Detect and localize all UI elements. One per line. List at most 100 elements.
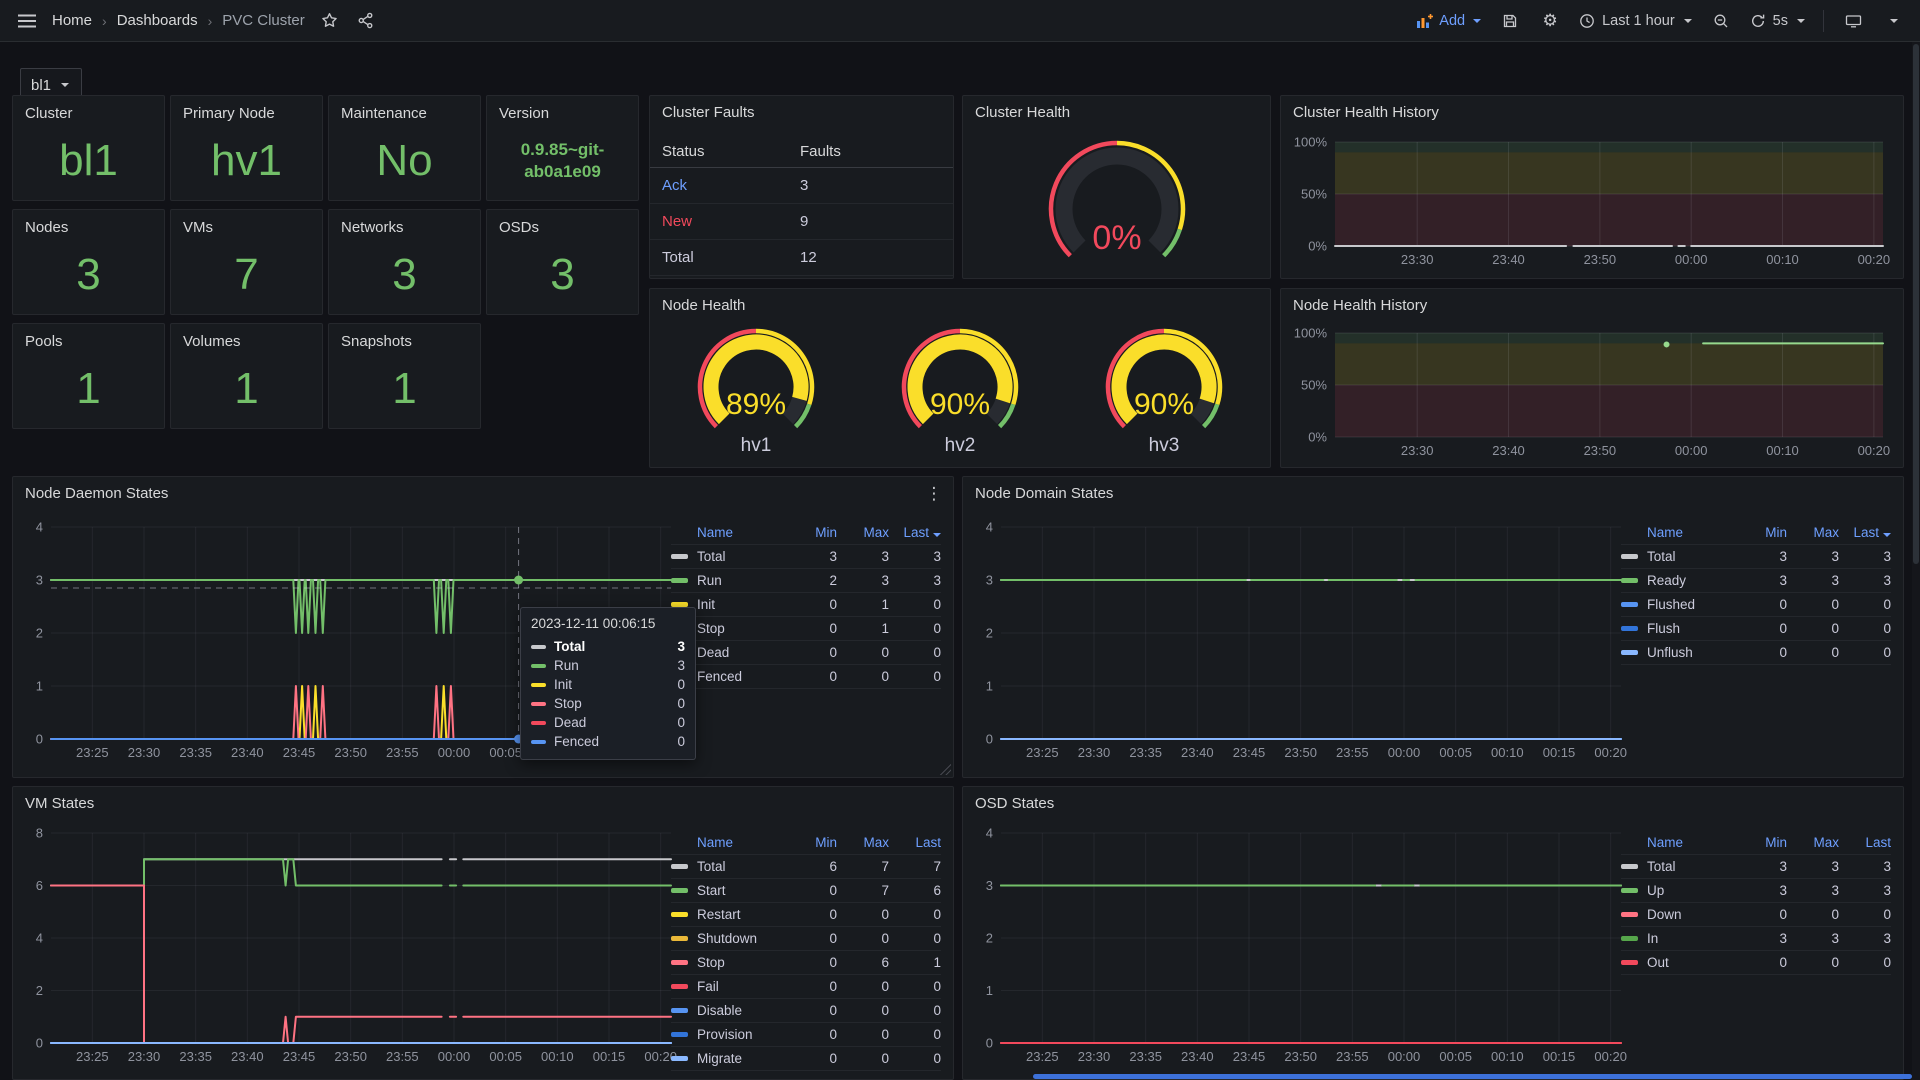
legend-row-disable[interactable]: Disable000 [671,999,941,1023]
panel-title: Cluster Health [963,96,1270,130]
breadcrumb-dashboards[interactable]: Dashboards [117,12,198,29]
legend-series-name: Down [1647,907,1735,922]
cluster-faults-table: Status Faults Ack3New9Total12 [650,136,953,276]
top-nav: Home › Dashboards › PVC Cluster Add ⚙ La… [0,0,1920,42]
series-line-stop [51,886,442,1044]
legend-header[interactable]: NameMinMaxLast [1621,831,1891,855]
legend-value: 3 [889,549,941,564]
series-color-chip [1621,554,1638,559]
legend-value: 0 [785,1003,837,1018]
tv-mode-button[interactable] [1842,10,1864,32]
refresh-controls[interactable]: 5s [1750,13,1805,29]
legend-header[interactable]: NameMinMaxLast [1621,521,1891,545]
x-axis-tick-label: 23:55 [386,745,419,760]
stat-value: 3 [392,250,416,300]
time-range-picker[interactable]: Last 1 hour [1579,13,1692,29]
legend-row-stop[interactable]: Stop061 [671,951,941,975]
x-axis-tick-label: 23:45 [1233,745,1266,760]
panel-cluster-health-history: Cluster Health History 0%50%100%23:3023:… [1280,95,1904,279]
panel-title: Primary Node [171,96,322,122]
breadcrumb-home[interactable]: Home [52,12,92,29]
vertical-scrollbar[interactable] [1912,42,1920,1080]
legend-value: 3 [889,573,941,588]
legend-row-in[interactable]: In333 [1621,927,1891,951]
legend-series-name: Stop [697,621,785,636]
legend-row-total[interactable]: Total333 [1621,855,1891,879]
legend-value: 0 [837,907,889,922]
faults-table-header[interactable]: Status Faults [650,136,953,168]
y-axis-tick-label: 0 [986,1036,993,1051]
x-axis-tick-label: 23:30 [1078,745,1111,760]
cluster-health-gauge: 0% [1007,132,1227,282]
column-header-status[interactable]: Status [662,143,800,160]
legend-row-restart[interactable]: Restart000 [671,903,941,927]
legend-row-stop[interactable]: Stop010 [671,617,941,641]
node-health-gauge: 90% [1079,323,1249,435]
stat-value: 3 [76,250,100,300]
legend-row-out[interactable]: Out000 [1621,951,1891,975]
legend-row-fenced[interactable]: Fenced000 [671,665,941,689]
x-axis-tick-label: 23:45 [1233,1049,1266,1064]
share-button[interactable] [355,10,377,32]
legend-row-unflush[interactable]: Unflush000 [1621,641,1891,665]
faults-row-total[interactable]: Total12 [650,240,953,276]
gauge-hv3: 90% hv3 [1079,323,1249,457]
breadcrumb-separator: › [102,13,107,29]
faults-row-new[interactable]: New9 [650,204,953,240]
column-header-faults[interactable]: Faults [800,143,941,160]
tooltip-series-name: Fenced [554,734,677,749]
faults-row-ack[interactable]: Ack3 [650,168,953,204]
node-daemon-states-legend: NameMinMaxLastTotal333Run233Init010Stop0… [671,521,941,689]
legend-value: 1 [837,597,889,612]
legend-header[interactable]: NameMinMaxLast [671,521,941,545]
panel-menu-button[interactable]: ⋮ [923,483,945,505]
osd-states-chart[interactable]: 0123423:2523:3023:3523:4023:4523:5023:55… [973,823,1629,1073]
node-health-history-chart[interactable]: 0%50%100%23:3023:4023:5000:0000:1000:20 [1289,321,1897,463]
legend-value: 0 [889,1027,941,1042]
y-axis-tick-label: 1 [986,983,993,998]
series-color-chip [671,960,688,965]
fault-count: 3 [800,177,941,194]
legend-row-down[interactable]: Down000 [1621,903,1891,927]
panel-resize-handle[interactable] [939,763,951,775]
legend-row-fail[interactable]: Fail000 [671,975,941,999]
dashboard-settings-button[interactable]: ⚙ [1539,10,1561,32]
node-domain-states-chart[interactable]: 0123423:2523:3023:3523:4023:4523:5023:55… [973,517,1629,769]
nav-collapse-button[interactable] [1882,10,1904,32]
nav-divider [1823,10,1824,32]
legend-row-flush[interactable]: Flush000 [1621,617,1891,641]
y-axis-tick-label: 1 [986,679,993,694]
legend-row-up[interactable]: Up333 [1621,879,1891,903]
y-axis-tick-label: 3 [986,573,993,588]
legend-row-total[interactable]: Total333 [671,545,941,569]
legend-row-shutdown[interactable]: Shutdown000 [671,927,941,951]
legend-row-total[interactable]: Total677 [671,855,941,879]
legend-row-start[interactable]: Start076 [671,879,941,903]
tooltip-row-total: Total3 [531,637,685,656]
legend-row-run[interactable]: Run233 [671,569,941,593]
vm-states-chart[interactable]: 0246823:2523:3023:3523:4023:4523:5023:55… [23,823,679,1073]
legend-row-init[interactable]: Init010 [671,593,941,617]
add-button[interactable]: Add [1416,13,1481,29]
favorite-star-button[interactable] [319,10,341,32]
legend-row-flushed[interactable]: Flushed000 [1621,593,1891,617]
legend-row-ready[interactable]: Ready333 [1621,569,1891,593]
zoom-out-button[interactable] [1710,10,1732,32]
legend-row-provision[interactable]: Provision000 [671,1023,941,1047]
legend-value: 3 [1787,883,1839,898]
stat-value: 1 [392,364,416,414]
y-axis-tick-label: 0% [1308,239,1327,254]
cluster-health-history-chart[interactable]: 0%50%100%23:3023:4023:5000:0000:1000:20 [1289,130,1897,272]
horizontal-scrollbar-thumb[interactable] [1033,1074,1912,1079]
panel-vm-states: VM States 0246823:2523:3023:3523:4023:45… [12,786,954,1080]
vertical-scrollbar-thumb[interactable] [1913,44,1919,564]
legend-row-migrate[interactable]: Migrate000 [671,1047,941,1071]
legend-header[interactable]: NameMinMaxLast [671,831,941,855]
legend-row-dead[interactable]: Dead000 [671,641,941,665]
y-axis-tick-label: 100% [1294,135,1328,150]
legend-value: 3 [1735,859,1787,874]
save-dashboard-button[interactable] [1499,10,1521,32]
legend-row-total[interactable]: Total333 [1621,545,1891,569]
y-axis-tick-label: 3 [36,573,43,588]
hamburger-menu-button[interactable] [16,10,38,32]
